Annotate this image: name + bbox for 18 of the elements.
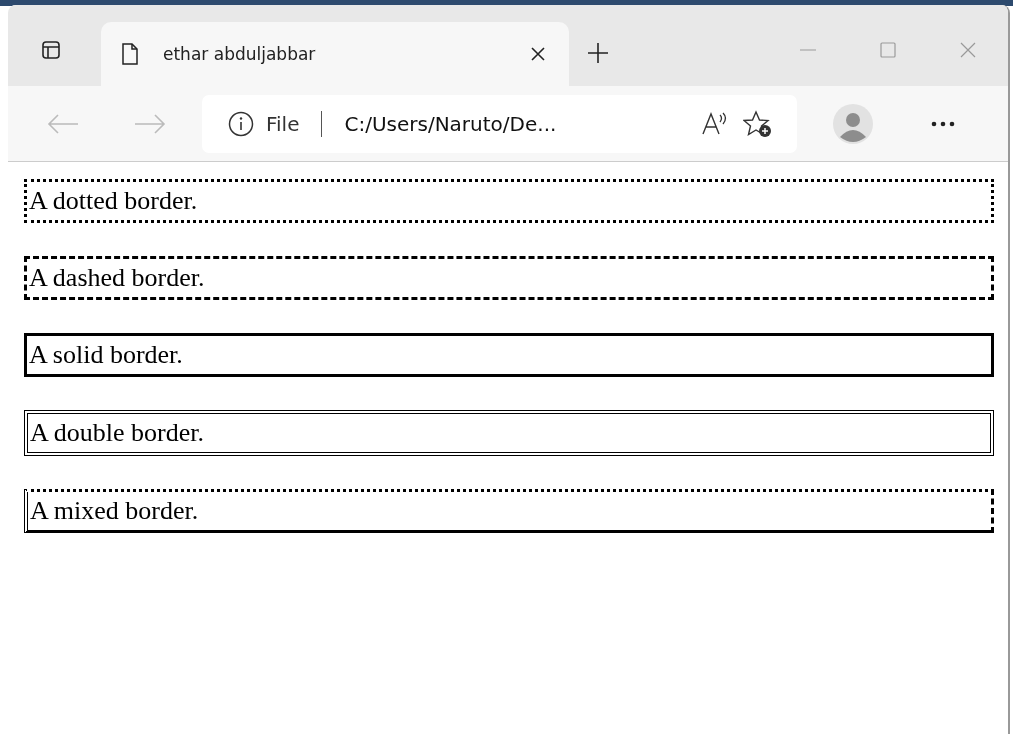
favorite-add-icon[interactable]: [743, 109, 773, 138]
address-bar[interactable]: File C:/Users/Naruto/De...: [202, 94, 797, 153]
bordered-paragraph: A dashed border.: [24, 256, 994, 300]
bordered-paragraph: A mixed border.: [24, 489, 994, 533]
bordered-paragraph: A double border.: [24, 410, 994, 456]
url-text: C:/Users/Naruto/De...: [344, 111, 557, 136]
info-icon[interactable]: [228, 110, 254, 137]
new-tab-icon[interactable]: [587, 42, 609, 64]
sidebar-icon[interactable]: [41, 40, 61, 60]
profile-avatar-icon[interactable]: [833, 103, 873, 144]
more-icon[interactable]: [931, 120, 955, 127]
page-icon: [121, 43, 139, 65]
bordered-paragraph: A dotted border.: [24, 179, 994, 223]
bordered-paragraph: A solid border.: [24, 333, 994, 377]
close-icon[interactable]: [531, 47, 545, 61]
browser-tab[interactable]: ethar abduljabbar: [101, 22, 569, 86]
scheme-label: File: [266, 111, 300, 136]
tab-title: ethar abduljabbar: [163, 44, 317, 64]
